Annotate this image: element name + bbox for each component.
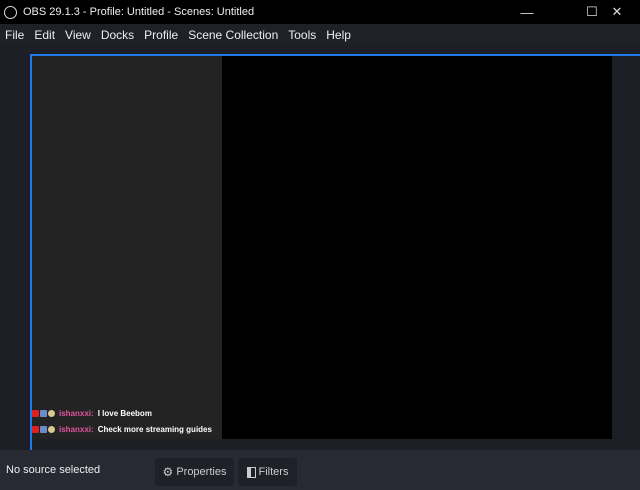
youtube-badge-icon [32,410,39,417]
properties-label: Properties [176,466,227,478]
filters-button[interactable]: Filters [238,458,297,486]
chat-message: ishanxxi: I love Beebom [32,409,152,418]
filter-icon [246,466,256,478]
menu-edit[interactable]: Edit [29,28,60,42]
user-badge-icon [48,426,55,433]
close-button[interactable]: ✕ [594,0,640,24]
user-badge-icon [48,410,55,417]
menu-docks[interactable]: Docks [96,28,139,42]
chat-username: ishanxxi: [59,409,94,418]
no-source-label: No source selected [6,464,101,476]
mod-badge-icon [40,426,47,433]
chat-text: I love Beebom [97,409,152,418]
menu-file[interactable]: File [0,28,29,42]
chat-text: Check more streaming guides [97,425,212,434]
chat-message: ishanxxi: Check more streaming guides [32,425,212,434]
minimize-button[interactable]: — [504,0,550,24]
chat-username: ishanxxi: [59,425,94,434]
menu-help[interactable]: Help [321,28,356,42]
properties-button[interactable]: ⚙ Properties [155,458,234,486]
menu-bar: File Edit View Docks Profile Scene Colle… [0,24,640,46]
menu-tools[interactable]: Tools [283,28,321,42]
window-title: OBS 29.1.3 - Profile: Untitled - Scenes:… [23,6,255,18]
source-toolbar: No source selected [0,450,640,490]
menu-profile[interactable]: Profile [139,28,183,42]
menu-view[interactable]: View [60,28,96,42]
obs-logo-icon [4,5,17,19]
mod-badge-icon [40,410,47,417]
title-bar: OBS 29.1.3 - Profile: Untitled - Scenes:… [0,0,640,24]
chat-overlay: ishanxxi: I love Beebom ishanxxi: Check … [32,56,222,439]
preview-canvas[interactable] [222,56,612,439]
menu-scene-collection[interactable]: Scene Collection [183,28,283,42]
gear-icon: ⚙ [162,465,174,479]
filters-label: Filters [258,466,289,478]
youtube-badge-icon [32,426,39,433]
